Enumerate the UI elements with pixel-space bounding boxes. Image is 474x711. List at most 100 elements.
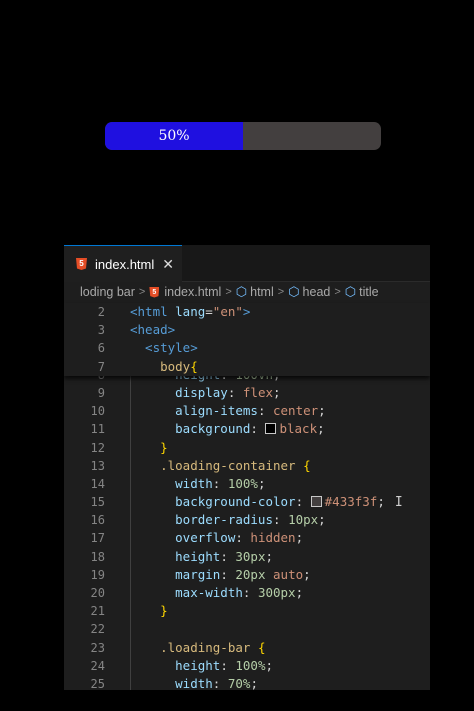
code-token: ; [377,494,385,510]
code-token: : [220,657,236,673]
code-line[interactable]: 10 align-items: center; [64,402,430,420]
code-line[interactable]: 21 } [64,602,430,620]
code-token: } [130,439,168,455]
line-number: 23 [90,640,105,655]
color-swatch-icon[interactable] [310,496,322,508]
line-number: 25 [90,676,105,690]
code-line[interactable]: 6 <style> [64,339,430,357]
code-text: max-width: 300px; [130,584,303,602]
breadcrumb-title[interactable]: ⬡ title [345,284,379,300]
code-token: ; [303,566,311,582]
code-line[interactable]: 11 background: black; [64,420,430,438]
code-line[interactable]: 17 overflow: hidden; [64,529,430,547]
code-token: : [242,585,258,600]
code-line[interactable]: 9 display: flex; [64,384,430,402]
code-token: { [257,639,266,655]
line-number: 3 [97,323,105,338]
code-token: display [130,384,228,400]
code-token: 70% [227,675,251,690]
code-line[interactable]: 18 height: 30px; [64,548,430,566]
code-line[interactable]: 15 background-color: #433f3f; I [64,493,430,511]
code-token: <style> [130,340,198,356]
code-token: auto [273,566,304,582]
code-token: } [130,603,168,619]
line-number: 2 [97,305,105,319]
code-line[interactable]: 23 .loading-bar { [64,639,430,657]
breadcrumb-file[interactable]: 5 index.html [149,285,221,299]
code-text: .loading-container { [130,457,311,475]
code-text: } [130,439,168,457]
code-token: ; [250,675,258,690]
breadcrumb: loding bar > 5 index.html > ⬡ html > ⬡ h… [64,281,430,303]
code-line[interactable]: 24 height: 100%; [64,657,430,675]
code-token: <html [130,304,176,319]
code-line[interactable]: 14 width: 100%; [64,475,430,493]
sticky-scroll-header[interactable]: 2 <html lang="en"> 3 <head> 6 <style> 7 body{ [64,303,430,376]
code-token: border-radius [130,512,273,528]
chevron-right-icon: > [334,286,341,298]
html5-icon: 5 [76,258,87,270]
code-token: > [242,304,251,319]
tab-index-html[interactable]: 5 index.html ✕ [64,245,182,282]
code-token: : [257,403,273,419]
code-text: } [130,602,168,620]
code-line[interactable]: 25 width: 70%; [64,675,430,690]
code-area[interactable]: 2 <html lang="en"> 3 <head> 6 <style> 7 body{… [64,303,430,690]
code-line[interactable]: 22 [64,620,430,638]
code-line[interactable]: 2 <html lang="en"> [64,303,430,321]
code-line[interactable]: 12 } [64,439,430,457]
code-token: = [205,304,213,319]
symbol-cube-icon: ⬡ [235,284,248,299]
line-number: 7 [97,359,105,374]
line-number: 6 [97,341,105,356]
code-line[interactable]: 13 .loading-container { [64,457,430,475]
code-lines[interactable]: 8 height: 100vh;9 display: flex;10 align… [64,365,430,690]
breadcrumb-head[interactable]: ⬡ head [288,284,330,300]
code-text: align-items: center; [130,402,326,420]
line-number: 13 [90,458,105,473]
loading-bar: 50% [105,122,243,150]
code-token: ; [318,512,326,528]
line-number: 20 [90,586,105,600]
line-number: 9 [97,385,105,400]
code-token: ; [273,384,281,400]
code-token: ; [295,585,304,600]
code-text: body{ [130,358,198,376]
chevron-right-icon: > [138,286,146,298]
code-editor: 5 index.html ✕ loding bar > 5 index.html… [64,245,430,690]
close-icon[interactable]: ✕ [162,256,174,273]
code-token: : [212,475,228,491]
code-line[interactable]: 3 <head> [64,321,430,339]
code-token: 10px [288,512,319,528]
code-line[interactable]: 7 body{ [64,358,430,376]
code-text: overflow: hidden; [130,529,303,547]
code-line[interactable]: 16 border-radius: 10px; [64,511,430,529]
code-token: body [130,358,191,374]
code-token: #433f3f [324,494,378,510]
code-token: flex [242,384,274,400]
code-token: ; [318,403,326,419]
code-token: 100% [235,657,266,673]
color-swatch-icon[interactable] [265,423,277,435]
code-token: align-items [130,403,258,419]
line-number: 21 [90,604,105,619]
line-number: 22 [90,622,105,637]
code-line[interactable]: 20 max-width: 300px; [64,584,430,602]
tab-bar: 5 index.html ✕ [64,245,430,282]
breadcrumb-folder[interactable]: loding bar [80,285,135,299]
code-token: 20px [235,566,266,582]
chevron-right-icon: > [225,286,232,298]
code-token: width [130,675,213,690]
code-token: : [273,512,289,528]
code-token: .loading-bar [130,639,258,655]
code-token: width [130,475,213,491]
breadcrumb-html[interactable]: ⬡ html [236,284,274,300]
code-line[interactable]: 19 margin: 20px auto; [64,566,430,584]
code-token: "en" [212,304,243,319]
code-token: : [227,384,243,400]
line-number: 12 [90,440,105,455]
tab-label: index.html [95,256,155,272]
code-token: : [220,548,236,564]
code-token: .loading-container [130,457,304,473]
